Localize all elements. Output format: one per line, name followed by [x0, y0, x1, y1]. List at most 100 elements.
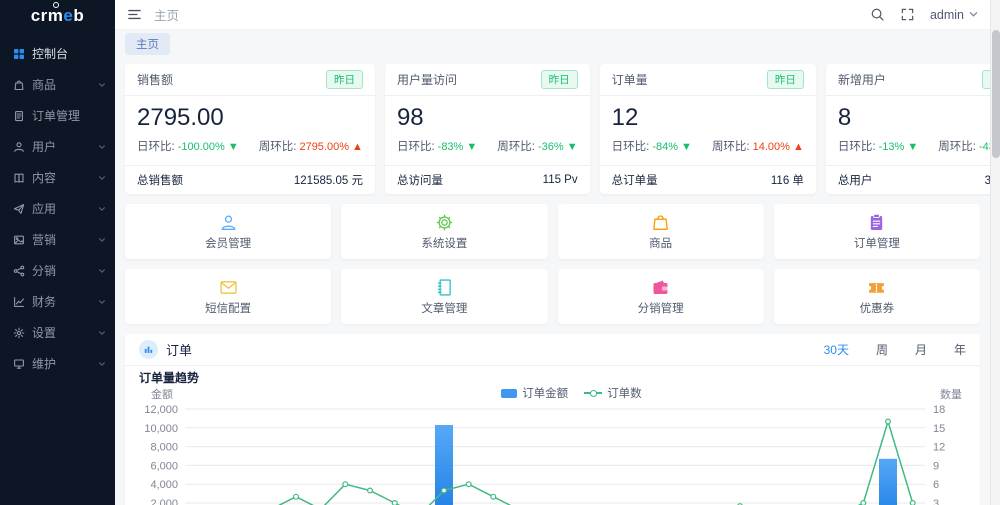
app-icon [13, 203, 25, 215]
maintenance-icon [13, 358, 25, 370]
stat-value: 8 [837, 104, 852, 131]
content-icon [13, 172, 25, 184]
stat-card-title: 订单量 [611, 73, 648, 87]
member-icon [218, 212, 239, 233]
stat-card-visits: 用户量访问 昨日 98 日环比: -83% ▼ 周环比: -36% ▼ 总访问量 1… [384, 64, 590, 194]
user-menu[interactable]: admin [930, 6, 978, 24]
sidebar-item-orders[interactable]: 订单管理 [0, 100, 115, 131]
sidebar-item-settings[interactable]: 设置 [0, 317, 115, 348]
chevron-down-icon [98, 267, 106, 275]
bar-chart-icon [139, 340, 158, 359]
quick-nav-label: 会员管理 [205, 238, 252, 250]
svg-text:18: 18 [933, 404, 945, 416]
fullscreen-icon[interactable] [900, 7, 915, 22]
search-icon[interactable] [870, 7, 885, 22]
order-chart-card: 订单 30天 周 月 年 订单量趋势 金额 数量 订单金额 订单数 12,000… [125, 334, 980, 505]
quick-nav-article[interactable]: 文章管理 [341, 269, 548, 324]
quick-nav-product[interactable]: 商品 [557, 204, 764, 259]
settings-icon [13, 327, 25, 339]
stat-card-title: 新增用户 [837, 73, 886, 87]
range-tab-week[interactable]: 周 [876, 341, 888, 358]
logo-text: m [47, 2, 64, 25]
stat-card-footer: 总订单量 116 单 [599, 165, 816, 194]
sidebar-item-marketing[interactable]: 营销 [0, 224, 115, 255]
yesterday-badge: 昨日 [766, 70, 804, 89]
stat-ratios: 日环比:-13% ▼ 周环比:-43% ▼ [838, 138, 1000, 154]
stat-card-title: 用户量访问 [396, 73, 457, 87]
day-ratio: 日环比: -83% ▼ [396, 141, 478, 153]
app-logo[interactable]: cr m e b [0, 0, 115, 32]
quick-nav-order-manage[interactable]: 订单管理 [773, 204, 980, 259]
chevron-down-icon [969, 6, 978, 24]
product-bag-icon [650, 212, 671, 233]
marketing-icon [13, 234, 25, 246]
stat-ratios: 日环比: -83% ▼ 周环比: -36% ▼ [397, 138, 578, 154]
order-clipboard-icon [866, 212, 887, 233]
stat-card-body: 8 日环比:-13% ▼ 周环比:-43% ▼ [826, 96, 1000, 165]
legend-order-amount[interactable]: 订单金额 [501, 385, 568, 401]
sidebar: cr m e b 控制台 商品 订单管理 用户 内容 应用 营销 分销 财务 设… [0, 0, 115, 505]
chart-legend: 订单金额 订单数 [501, 385, 642, 401]
order-chart-header: 订单 30天 周 月 年 [125, 334, 980, 366]
breadcrumb[interactable]: 主页 [154, 5, 179, 24]
left-axis-label: 金额 [151, 389, 173, 401]
sidebar-item-content[interactable]: 内容 [0, 162, 115, 193]
chart-body: 订单量趋势 金额 数量 订单金额 订单数 12,000 18 10,000 15 8,0… [125, 366, 980, 505]
range-tab-month[interactable]: 月 [915, 341, 927, 358]
main-area: 主页 admin 主页 销售额 昨日 2795.00 日环比: -100.00%… [115, 0, 1000, 505]
sidebar-item-label: 订单管理 [32, 109, 81, 123]
svg-text:15: 15 [933, 423, 945, 435]
stat-card-body: 12 日环比: -84% ▼ 周环比: 14.00% ▲ [600, 96, 816, 165]
stat-card-title: 销售额 [137, 73, 174, 87]
sidebar-item-maintenance[interactable]: 维护 [0, 348, 115, 379]
sidebar-item-label: 分销 [32, 264, 57, 278]
logo-text: b [73, 6, 85, 25]
sidebar-item-label: 商品 [32, 78, 57, 92]
tags-nav: 主页 [115, 30, 990, 57]
svg-text:2,000: 2,000 [150, 498, 178, 505]
range-tabs: 30天 周 月 年 [824, 341, 966, 358]
stat-card-body: 2795.00 日环比: -100.00% ▼ 周环比: 2795.00% ▲ [125, 96, 375, 165]
sidebar-item-distribution[interactable]: 分销 [0, 255, 115, 286]
footer-label: 总用户 [837, 175, 873, 187]
chevron-down-icon [98, 81, 106, 89]
stat-card-header: 订单量 昨日 [599, 64, 816, 96]
trend-chart-svg[interactable]: 12,000 18 10,000 15 8,000 12 6,000 9 4,000 6 2,000… [139, 401, 966, 505]
quick-nav-system-settings[interactable]: 系统设置 [341, 204, 548, 259]
sidebar-item-label: 设置 [32, 326, 57, 340]
legend-order-count[interactable]: 订单数 [584, 385, 642, 401]
quick-nav-distribution-manage[interactable]: 分销管理 [557, 269, 764, 324]
chart-title: 订单量趋势 [139, 371, 200, 385]
sidebar-item-goods[interactable]: 商品 [0, 69, 115, 100]
menu-fold-icon[interactable] [127, 7, 142, 22]
range-tab-30d[interactable]: 30天 [824, 341, 849, 358]
day-ratio: 日环比: -13% ▼ [837, 141, 919, 153]
sms-envelope-icon [218, 277, 239, 298]
sidebar-item-dashboard[interactable]: 控制台 [0, 38, 115, 69]
svg-text:8,000: 8,000 [150, 442, 178, 454]
sidebar-item-users[interactable]: 用户 [0, 131, 115, 162]
stat-card-footer: 总用户 351 人 [825, 165, 1000, 194]
sidebar-item-label: 营销 [32, 233, 57, 247]
svg-text:10,000: 10,000 [144, 423, 178, 435]
svg-text:12: 12 [933, 442, 945, 454]
quick-nav-sms[interactable]: 短信配置 [125, 269, 332, 324]
page-scrollbar[interactable] [990, 0, 1000, 505]
quick-nav-label: 文章管理 [421, 303, 468, 315]
quick-nav-label: 商品 [649, 238, 673, 250]
quick-nav-label: 订单管理 [853, 238, 900, 250]
footer-value: 121585.05 元 [293, 175, 363, 187]
tab-home[interactable]: 主页 [125, 32, 170, 55]
scrollbar-thumb[interactable] [992, 30, 1000, 158]
quick-nav-member[interactable]: 会员管理 [125, 204, 332, 259]
sidebar-item-apps[interactable]: 应用 [0, 193, 115, 224]
quick-nav-coupon[interactable]: 优惠券 [773, 269, 980, 324]
range-tab-year[interactable]: 年 [954, 341, 966, 358]
user-icon [13, 141, 25, 153]
week-ratio: 周环比: 14.00% ▲ [711, 141, 804, 153]
quick-nav-label: 优惠券 [859, 303, 895, 315]
bar-swatch [501, 388, 518, 398]
order-panel-title: 订单 [166, 343, 193, 358]
wallet-icon [650, 277, 671, 298]
sidebar-item-finance[interactable]: 财务 [0, 286, 115, 317]
